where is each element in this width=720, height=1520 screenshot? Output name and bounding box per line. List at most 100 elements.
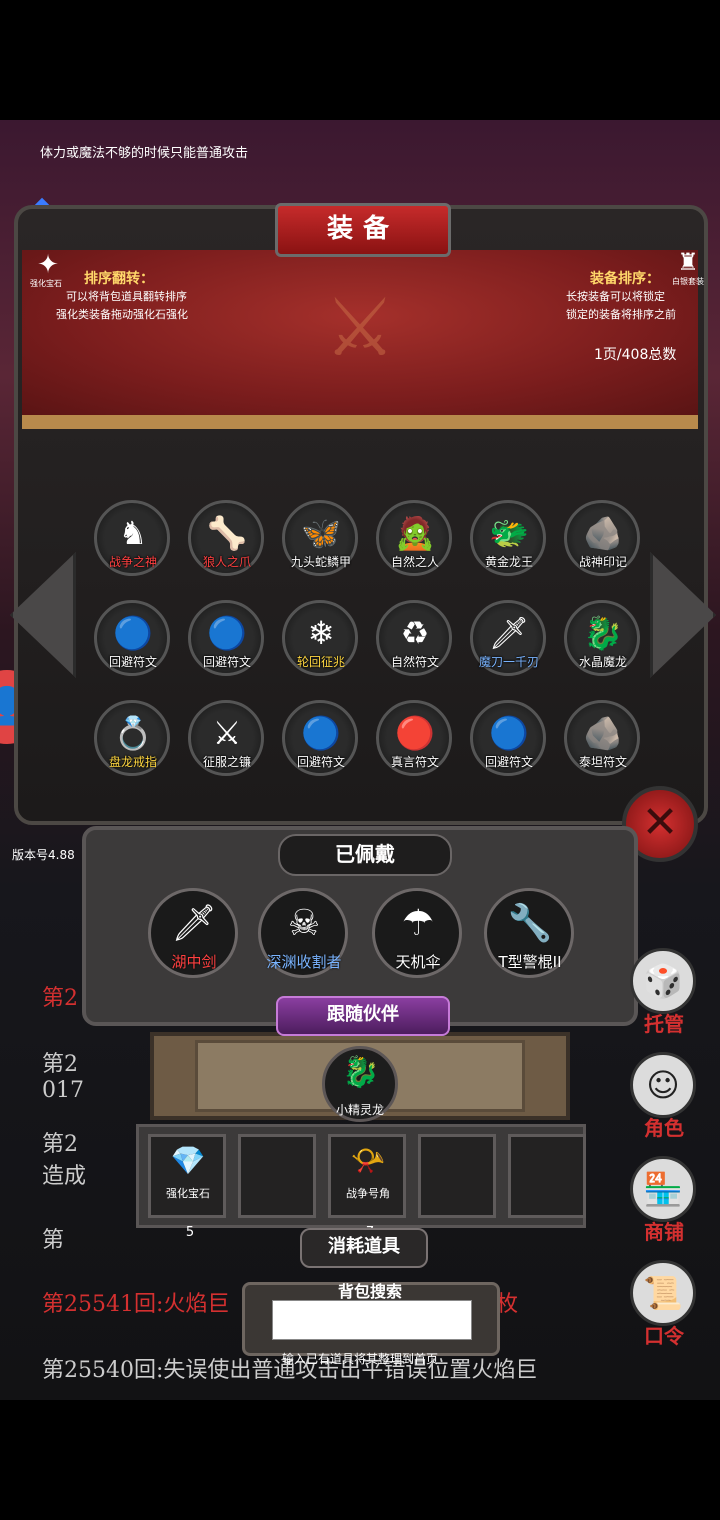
empty-slot <box>258 1141 298 1181</box>
worn-slot[interactable]: ☠ 深渊收割者 <box>258 888 348 978</box>
character-icon: ☺ <box>646 1066 680 1104</box>
equipment-slot[interactable]: 🔴 真言符文 <box>376 700 452 776</box>
blue-orb-icon: 🔵 <box>489 714 529 752</box>
consumable-slot[interactable] <box>238 1134 316 1218</box>
log-line: 造成 <box>42 1164 87 1189</box>
equipment-slot[interactable]: 🔵 回避符文 <box>94 600 170 676</box>
equipment-slot[interactable]: 🦴 狼人之爪 <box>188 500 264 576</box>
consumable-count: 5 <box>185 1225 195 1240</box>
consumable-label: 强化宝石 <box>166 1187 210 1200</box>
sort-note: 长按装备可以将锁定 <box>566 290 665 303</box>
search-label: 背包搜索 <box>337 1282 402 1301</box>
armor-set-label: 白银套装 <box>672 277 704 286</box>
horn-icon: 📯 <box>350 1144 386 1177</box>
scroll-icon: 📜 <box>643 1274 683 1312</box>
equipment-slot[interactable]: 🗡 魔刀一千刃 <box>470 600 546 676</box>
equipment-slot[interactable]: 🐉 水晶魔龙 <box>564 600 640 676</box>
equipment-slot[interactable]: 🧟 自然之人 <box>376 500 452 576</box>
claw-icon: 🦴 <box>207 514 247 552</box>
equipment-slot[interactable]: 🔵 回避符文 <box>470 700 546 776</box>
empty-slot <box>528 1141 568 1181</box>
gem-icon: 💎 <box>170 1144 206 1177</box>
nature-man-icon: 🧟 <box>395 514 435 552</box>
empty-slot <box>438 1141 478 1181</box>
page-count: 1页/408总数 <box>594 347 677 363</box>
equipment-slot[interactable]: ♞ 战争之神 <box>94 500 170 576</box>
dice-icon: 🎲 <box>643 962 683 1000</box>
consumable-label: 战争号角 <box>346 1187 390 1200</box>
equipment-label: 真言符文 <box>390 755 439 769</box>
character-button[interactable]: ☺ <box>630 1052 696 1118</box>
gem-label: 强化宝石 <box>30 279 62 288</box>
shop-button[interactable]: 🏪 <box>630 1156 696 1222</box>
dice-button[interactable]: 🎲 <box>630 948 696 1014</box>
blue-orb-icon: 🔵 <box>207 614 247 652</box>
side-menu-label: 角色 <box>644 1116 684 1140</box>
scroll-button[interactable]: 📜 <box>630 1260 696 1326</box>
worn-slot[interactable]: ☂ 天机伞 <box>372 888 462 978</box>
equipment-slot[interactable]: 🐲 黄金龙王 <box>470 500 546 576</box>
baton-icon: 🔧 <box>507 903 553 944</box>
companion-slot[interactable]: 🐉 小精灵龙 <box>322 1046 398 1122</box>
sort-flip-title[interactable]: 排序翻转： <box>84 268 154 288</box>
equipment-label: 轮回征兆 <box>296 655 345 669</box>
equipment-slot[interactable]: 🪨 泰坦符文 <box>564 700 640 776</box>
equipment-label: 狼人之爪 <box>202 555 251 569</box>
equipment-slot[interactable]: 🔵 回避符文 <box>188 600 264 676</box>
knight-icon: ♞ <box>118 514 148 552</box>
log-line: 第 <box>42 1228 65 1253</box>
worn-title: 已佩戴 <box>278 834 452 876</box>
equipment-label: 征服之镰 <box>202 755 251 769</box>
crossed-swords-icon: ⚔ <box>324 281 396 374</box>
log-line: 第2 <box>42 1132 78 1157</box>
worn-slot[interactable]: 🗡 湖中剑 <box>148 888 238 978</box>
consumable-slot[interactable] <box>508 1134 586 1218</box>
panel-title: 装备 <box>275 203 451 257</box>
sort-note: 锁定的装备将排序之前 <box>566 308 676 321</box>
equipment-slot[interactable]: 🦋 九头蛇鳞甲 <box>282 500 358 576</box>
equipment-slot[interactable]: ❄ 轮回征兆 <box>282 600 358 676</box>
sprite-dragon-icon: 🐉 <box>342 1055 380 1090</box>
equipment-label: 回避符文 <box>484 755 533 769</box>
equipment-slot[interactable]: 🔵 回避符文 <box>282 700 358 776</box>
green-rune-icon: ♻ <box>400 614 430 652</box>
equipment-label: 战争之神 <box>108 555 157 569</box>
equipment-label: 黄金龙王 <box>484 555 533 569</box>
equipment-slot[interactable]: 🪨 战神印记 <box>564 500 640 576</box>
equipment-label: 九头蛇鳞甲 <box>290 555 351 569</box>
consumable-slot[interactable]: 💎 强化宝石 5 <box>148 1134 226 1240</box>
sword-icon: 🗡 <box>171 903 217 944</box>
equipment-slot[interactable]: 💍 盘龙戒指 <box>94 700 170 776</box>
ice-staff-icon: ❄ <box>307 614 335 652</box>
worn-slot[interactable]: 🔧 T型警棍II <box>484 888 574 978</box>
ore-icon: 🪨 <box>583 514 623 552</box>
search-input[interactable] <box>272 1300 472 1340</box>
red-rune-icon: 🔴 <box>395 714 435 752</box>
worn-label: 湖中剑 <box>171 953 217 971</box>
ring-icon: 💍 <box>113 714 153 752</box>
shop-icon: 🏪 <box>643 1170 683 1208</box>
katana-icon: 🗡 <box>488 614 530 652</box>
search-hint: 输入已有道具将其整理到首页 <box>282 1352 439 1366</box>
blue-orb-icon: 🔵 <box>113 614 153 652</box>
consumables-title: 消耗道具 <box>300 1228 428 1268</box>
side-menu-label: 商铺 <box>644 1220 684 1244</box>
scale-armor-icon: 🦋 <box>301 514 341 552</box>
sort-title[interactable]: 装备排序： <box>590 268 660 288</box>
equipment-label: 自然之人 <box>390 555 439 569</box>
worn-label: T型警棍II <box>498 953 562 971</box>
blue-orb-icon: 🔵 <box>301 714 341 752</box>
consumable-slot[interactable] <box>418 1134 496 1218</box>
equipment-label: 泰坦符文 <box>578 755 627 769</box>
equipment-slot[interactable]: ♻ 自然符文 <box>376 600 452 676</box>
equipment-slot[interactable]: ⚔ 征服之镰 <box>188 700 264 776</box>
log-line: 第25541回:火焰巨 <box>42 1292 230 1317</box>
scythe-icon: ⚔ <box>212 714 242 752</box>
lava-ore-icon: 🪨 <box>583 714 623 752</box>
equipment-label: 自然符文 <box>390 655 439 669</box>
consumable-slot[interactable]: 📯 战争号角 7 <box>328 1134 406 1240</box>
side-menu-label: 托管 <box>644 1012 684 1036</box>
equipment-label: 回避符文 <box>296 755 345 769</box>
log-line: 第2 <box>42 1052 78 1077</box>
equipment-label: 回避符文 <box>108 655 157 669</box>
